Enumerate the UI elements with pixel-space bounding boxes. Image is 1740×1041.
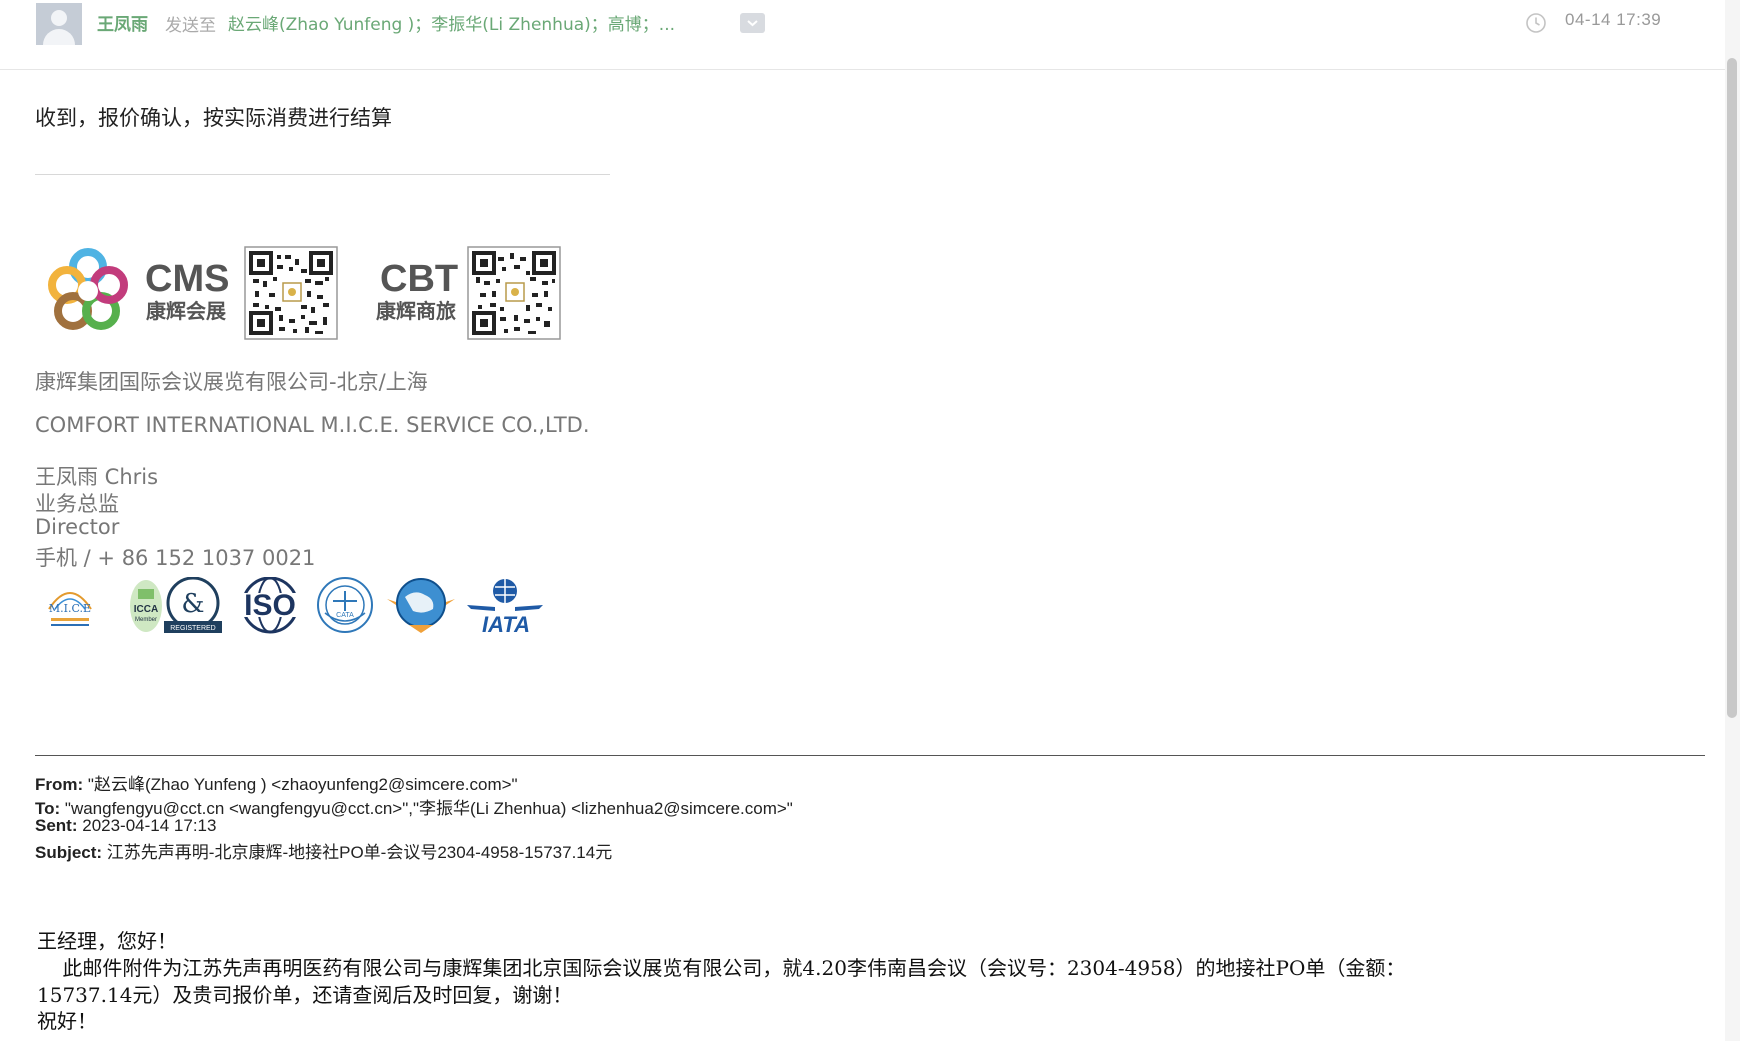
subject-value: 江苏先声再明-北京康辉-地接社PO单-会议号2304-4958-15737.14…	[106, 843, 613, 862]
clock-icon	[1526, 13, 1546, 33]
certification-logos: M.I.C.E ICCA Member & REGISTERED ISO CAT…	[45, 576, 565, 637]
message-time: 04-14 17:39	[1565, 10, 1662, 29]
svg-text:CATA: CATA	[336, 612, 354, 619]
signature-logos: CMS 康辉会展 CBT 康辉商旅	[45, 245, 565, 340]
certification-badges: M.I.C.E ICCA Member & REGISTERED ISO CAT…	[48, 576, 543, 637]
sent-value: 2023-04-14 17:13	[82, 816, 217, 835]
svg-text:&: &	[181, 589, 204, 619]
cms-flower-icon	[48, 248, 128, 330]
expand-recipients-button[interactable]	[740, 13, 765, 33]
from-value[interactable]: "赵云峰(Zhao Yunfeng ) <zhaoyunfeng2@simcer…	[88, 775, 518, 794]
signature-name: 王凤雨 Chris	[35, 465, 159, 489]
iata-logo-icon: IATA	[467, 579, 543, 637]
send-to-label: 发送至	[165, 16, 216, 36]
dnb-registered-icon: & REGISTERED	[164, 576, 222, 633]
sender-avatar[interactable]	[36, 3, 82, 45]
cms-subtitle: 康辉会展	[146, 299, 226, 323]
cata-logo-icon: CATA	[317, 577, 373, 633]
scrollbar-thumb[interactable]	[1727, 58, 1737, 718]
company-name-cn: 康辉集团国际会议展览有限公司-北京/上海	[35, 370, 428, 394]
subject-label: Subject:	[35, 843, 103, 862]
svg-text:ICCA: ICCA	[134, 604, 158, 615]
signature-title-en: Director	[35, 515, 120, 539]
letter-closing: 祝好！	[37, 1009, 97, 1033]
cms-cbt-logo-banner: CMS 康辉会展 CBT 康辉商旅	[48, 246, 561, 340]
svg-text:IATA: IATA	[482, 612, 530, 634]
svg-text:M.I.C.E: M.I.C.E	[49, 602, 91, 615]
letter-greeting: 王经理，您好！	[37, 929, 177, 953]
globe-wings-icon	[387, 578, 455, 633]
sent-label: Sent:	[35, 816, 78, 835]
forwarded-separator	[35, 755, 1705, 756]
signature-divider	[35, 174, 610, 175]
svg-text:Member: Member	[135, 617, 157, 623]
qr-code-icon	[244, 246, 338, 340]
reply-body-text: 收到，报价确认，按实际消费进行结算	[35, 106, 392, 130]
icca-member-icon: ICCA Member	[130, 580, 162, 632]
signature-phone: 手机 / + 86 152 1037 0021	[35, 546, 316, 570]
letter-line-2: 15737.14元）及贵司报价单，还请查阅后及时回复，谢谢！	[37, 983, 573, 1007]
message-header: 王凤雨 发送至 赵云峰(Zhao Yunfeng )；李振华(Li Zhenhu…	[0, 0, 1725, 70]
company-name-en: COMFORT INTERNATIONAL M.I.C.E. SERVICE C…	[35, 413, 590, 437]
signature-title-cn: 业务总监	[35, 492, 119, 516]
qr-code-icon	[467, 246, 561, 340]
recipients-list[interactable]: 赵云峰(Zhao Yunfeng )；李振华(Li Zhenhua)；高博；..…	[228, 10, 675, 35]
mice-logo-icon: M.I.C.E	[48, 592, 92, 626]
cms-title: CMS	[145, 258, 229, 300]
svg-text:ISO: ISO	[244, 589, 296, 622]
iso-logo-icon: ISO	[238, 576, 302, 634]
forwarded-subject: Subject: 江苏先声再明-北京康辉-地接社PO单-会议号2304-4958…	[35, 838, 612, 863]
sender-name[interactable]: 王凤雨	[97, 10, 148, 35]
letter-line-1: 此邮件附件为江苏先声再明医药有限公司与康辉集团北京国际会议展览有限公司，就4.2…	[37, 956, 1406, 980]
svg-text:REGISTERED: REGISTERED	[170, 625, 216, 632]
cbt-subtitle: 康辉商旅	[376, 299, 456, 323]
forwarded-from: From: "赵云峰(Zhao Yunfeng ) <zhaoyunfeng2@…	[35, 770, 518, 795]
chevron-down-icon	[747, 20, 758, 27]
from-label: From:	[35, 775, 84, 794]
forwarded-sent: Sent: 2023-04-14 17:13	[35, 816, 216, 836]
cbt-title: CBT	[380, 258, 458, 300]
